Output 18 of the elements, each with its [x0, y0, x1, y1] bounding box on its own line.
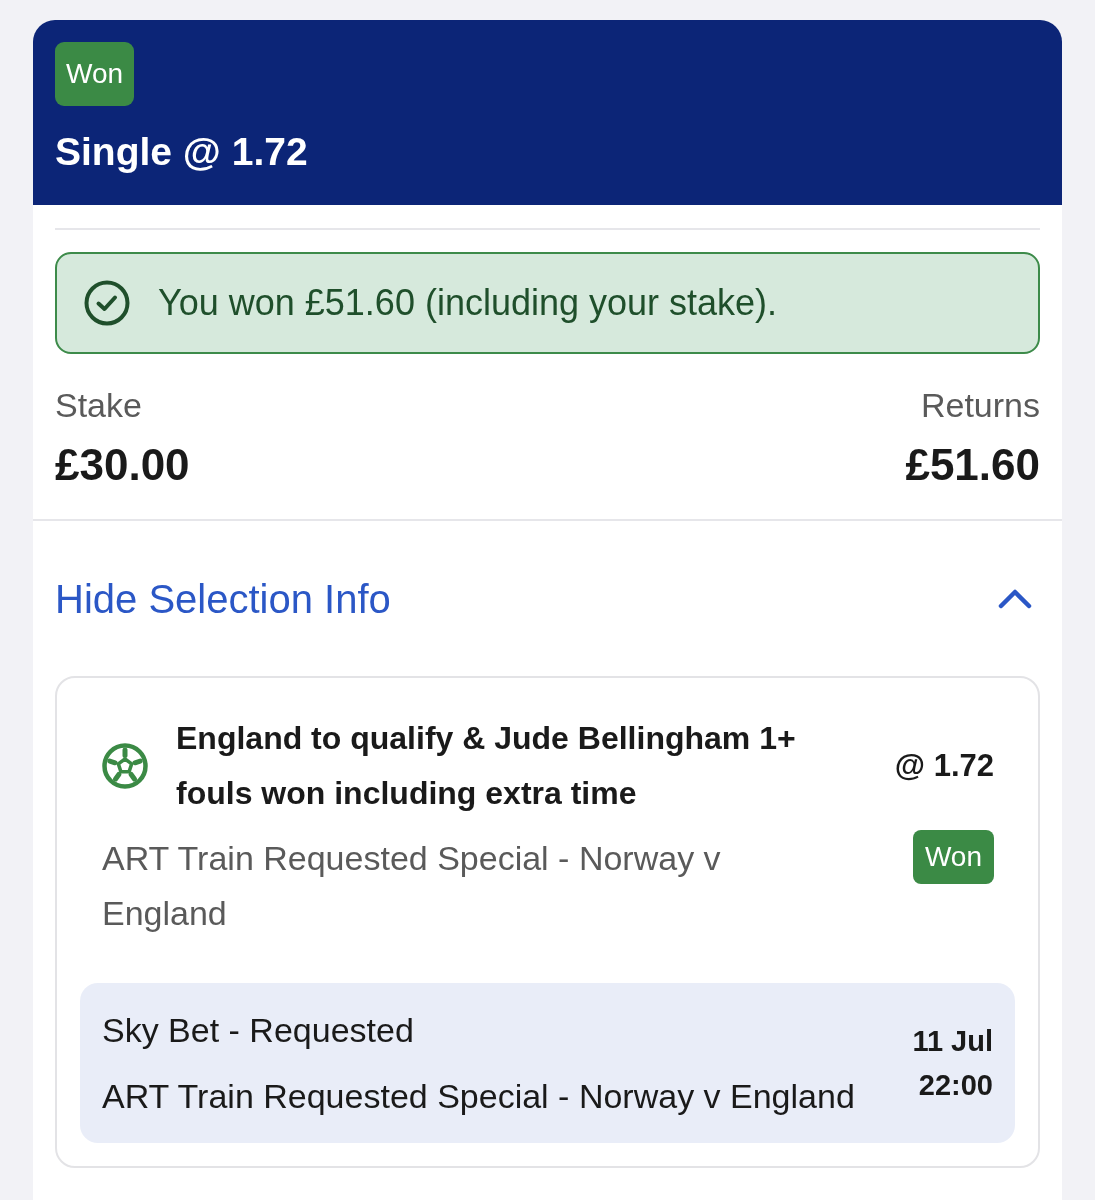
- check-circle-icon: [84, 280, 130, 326]
- summary-value: £51.60: [905, 439, 1040, 491]
- event-info-text: Sky Bet - Requested: [102, 1010, 414, 1050]
- status-badge: Won: [55, 42, 135, 106]
- bet-title: Single @ 1.72: [55, 129, 308, 175]
- selection-event: ART Train Requested Special - Norway v England: [102, 838, 722, 934]
- summary-label: Returns: [920, 385, 1040, 425]
- status-badge: Won: [912, 830, 994, 884]
- win-message: You won £51.60 (including your stake).: [158, 281, 778, 325]
- football-icon: [102, 743, 148, 789]
- summary-label: Stake: [55, 385, 142, 425]
- event-info-text: ART Train Requested Special - Norway v England: [102, 1076, 855, 1116]
- selection-odds: @ 1.72: [894, 747, 994, 785]
- hide-selection-info-toggle[interactable]: Hide Selection Info: [55, 575, 1040, 623]
- summary-value: £30.00: [55, 439, 190, 491]
- event-time: 22:00: [918, 1068, 993, 1102]
- selection-market: England to qualify & Jude Bellingham 1+ fouls won including extra time: [176, 719, 797, 813]
- event-date: 11 Jul: [912, 1024, 993, 1058]
